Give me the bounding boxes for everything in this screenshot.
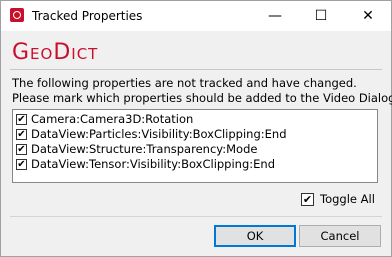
property-checkbox[interactable]: ✔ [16, 129, 27, 140]
list-item[interactable]: ✔ Camera:Camera3D:Rotation [16, 112, 377, 127]
geodict-logo: GeoDict [12, 40, 99, 65]
geodict-app-icon [10, 8, 24, 22]
property-checkbox[interactable]: ✔ [16, 114, 27, 125]
window-title: Tracked Properties [32, 9, 143, 23]
property-label: DataView:Structure:Transparency:Mode [31, 142, 258, 156]
property-label: DataView:Tensor:Visibility:BoxClipping:E… [31, 157, 275, 171]
close-icon[interactable]: ✕ [345, 1, 391, 31]
properties-list[interactable]: ✔ Camera:Camera3D:Rotation ✔ DataView:Pa… [12, 109, 378, 183]
instruction-line-2: Please mark which properties should be a… [12, 91, 392, 105]
ok-button[interactable]: OK [214, 225, 296, 247]
tracked-properties-dialog: Tracked Properties — ☐ ✕ GeoDict The fol… [0, 0, 392, 257]
toggle-all-label: Toggle All [320, 192, 375, 206]
minimize-icon[interactable]: — [252, 1, 298, 31]
property-checkbox[interactable]: ✔ [16, 144, 27, 155]
divider [10, 216, 382, 217]
divider [10, 69, 382, 70]
list-item[interactable]: ✔ DataView:Particles:Visibility:BoxClipp… [16, 127, 377, 142]
instruction-line-1: The following properties are not tracked… [12, 76, 357, 90]
toggle-all-checkbox[interactable]: ✔ Toggle All [301, 192, 375, 206]
maximize-icon[interactable]: ☐ [298, 1, 344, 31]
cancel-button[interactable]: Cancel [299, 225, 381, 247]
property-label: Camera:Camera3D:Rotation [31, 112, 194, 126]
toggle-all-check-icon[interactable]: ✔ [301, 192, 314, 206]
instruction-text: The following properties are not tracked… [12, 76, 392, 106]
list-item[interactable]: ✔ DataView:Tensor:Visibility:BoxClipping… [16, 157, 377, 172]
property-checkbox[interactable]: ✔ [16, 159, 27, 170]
list-item[interactable]: ✔ DataView:Structure:Transparency:Mode [16, 142, 377, 157]
title-bar[interactable]: Tracked Properties — ☐ ✕ [1, 1, 391, 31]
property-label: DataView:Particles:Visibility:BoxClippin… [31, 127, 287, 141]
